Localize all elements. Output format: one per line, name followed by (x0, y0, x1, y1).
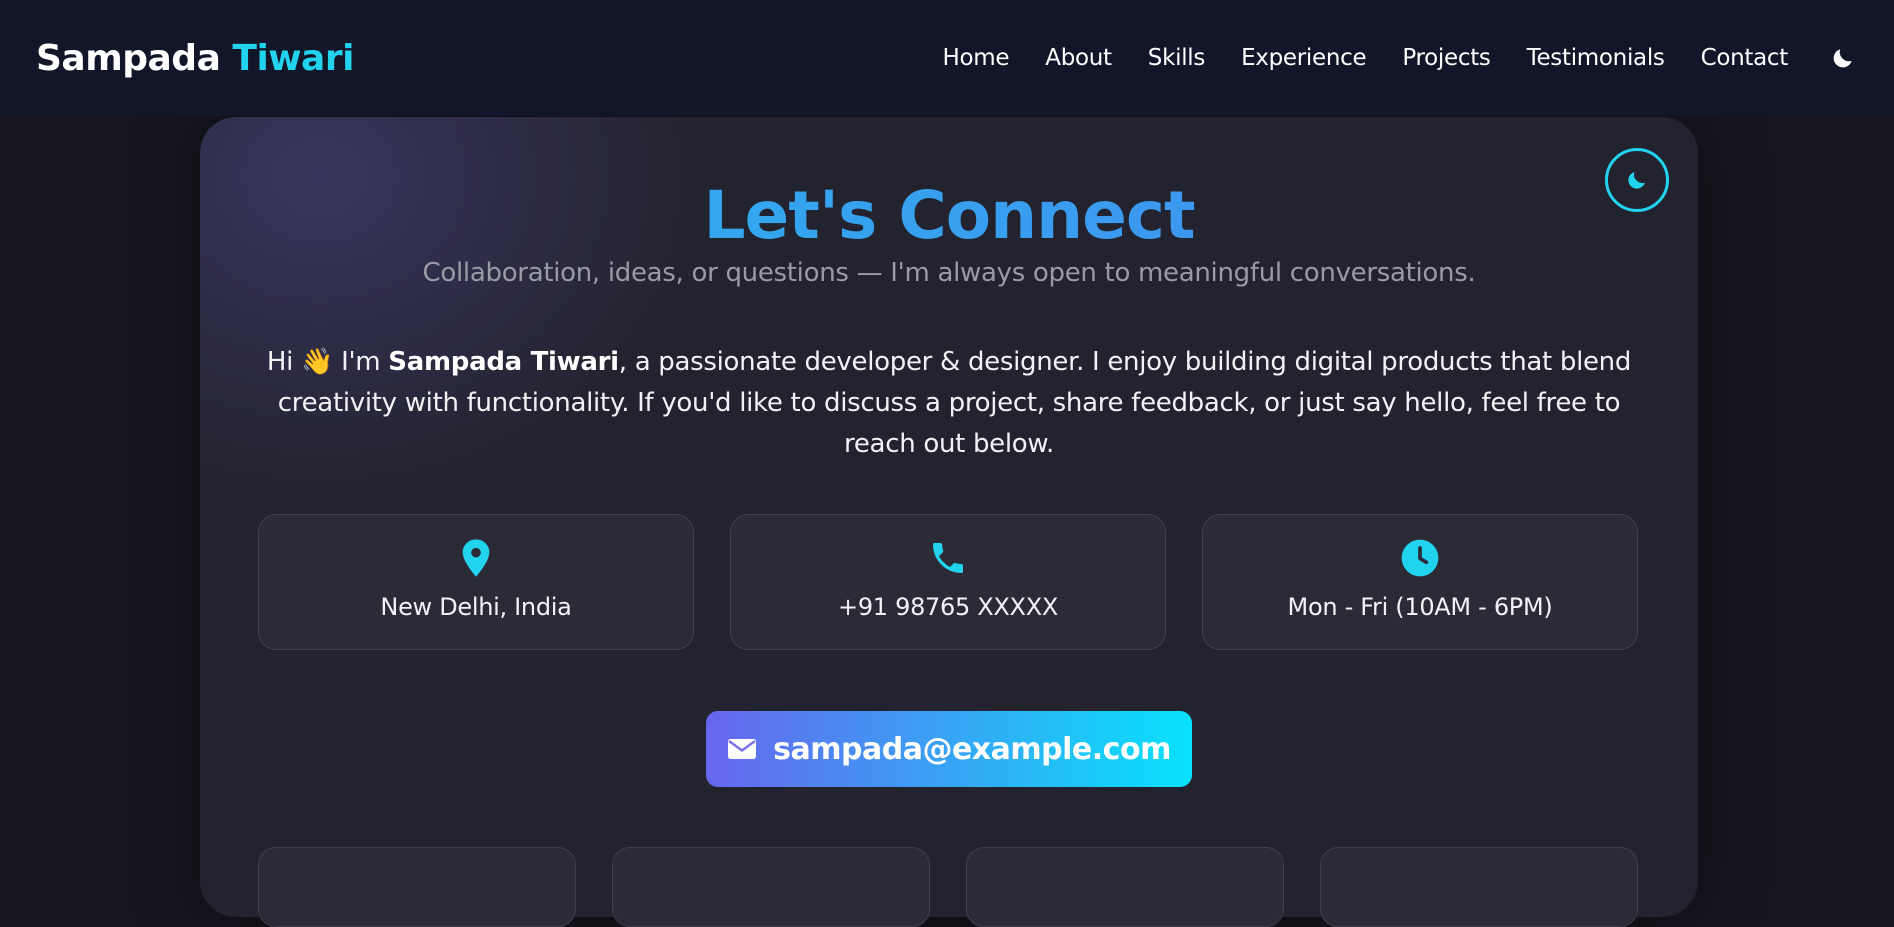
phone-icon (933, 543, 963, 573)
nav-link-projects[interactable]: Projects (1402, 45, 1491, 71)
nav-link-experience[interactable]: Experience (1241, 45, 1367, 71)
section-title: Let's Connect (200, 177, 1698, 254)
nav-link-about[interactable]: About (1045, 45, 1112, 71)
contact-card: Let's Connect Collaboration, ideas, or q… (200, 117, 1698, 927)
nav-link-skills[interactable]: Skills (1148, 45, 1206, 71)
social-card[interactable] (966, 847, 1284, 927)
nav-links: Home About Skills Experience Projects Te… (943, 43, 1858, 73)
email-button[interactable]: sampada@example.com (706, 711, 1192, 787)
map-pin-icon (462, 539, 490, 577)
clock-icon (1401, 539, 1439, 577)
phone-card: +91 98765 XXXXX (730, 514, 1166, 650)
theme-toggle-button[interactable] (1828, 43, 1858, 73)
envelope-icon (728, 739, 757, 759)
brand-logo[interactable]: Sampada Tiwari (36, 38, 354, 79)
social-card[interactable] (258, 847, 576, 927)
moon-icon (1833, 49, 1852, 68)
social-card[interactable] (1320, 847, 1638, 927)
intro-name: Sampada Tiwari (388, 347, 619, 377)
hours-card: Mon - Fri (10AM - 6PM) (1202, 514, 1638, 650)
phone-text: +91 98765 XXXXX (838, 593, 1058, 621)
intro-paragraph: Hi 👋 I'm Sampada Tiwari, a passionate de… (258, 342, 1640, 465)
navbar: Sampada Tiwari Home About Skills Experie… (0, 0, 1894, 116)
social-card[interactable] (612, 847, 930, 927)
email-label: sampada@example.com (773, 731, 1171, 767)
brand-last-name: Tiwari (232, 37, 354, 79)
brand-first-name: Sampada (36, 37, 221, 79)
intro-text-start: Hi 👋 I'm (266, 347, 389, 377)
nav-link-home[interactable]: Home (943, 45, 1010, 71)
hours-text: Mon - Fri (10AM - 6PM) (1287, 593, 1553, 621)
nav-link-contact[interactable]: Contact (1701, 45, 1789, 71)
location-card: New Delhi, India (258, 514, 694, 650)
section-subtitle: Collaboration, ideas, or questions — I'm… (422, 258, 1476, 288)
location-text: New Delhi, India (380, 593, 572, 621)
nav-link-testimonials[interactable]: Testimonials (1527, 45, 1665, 71)
